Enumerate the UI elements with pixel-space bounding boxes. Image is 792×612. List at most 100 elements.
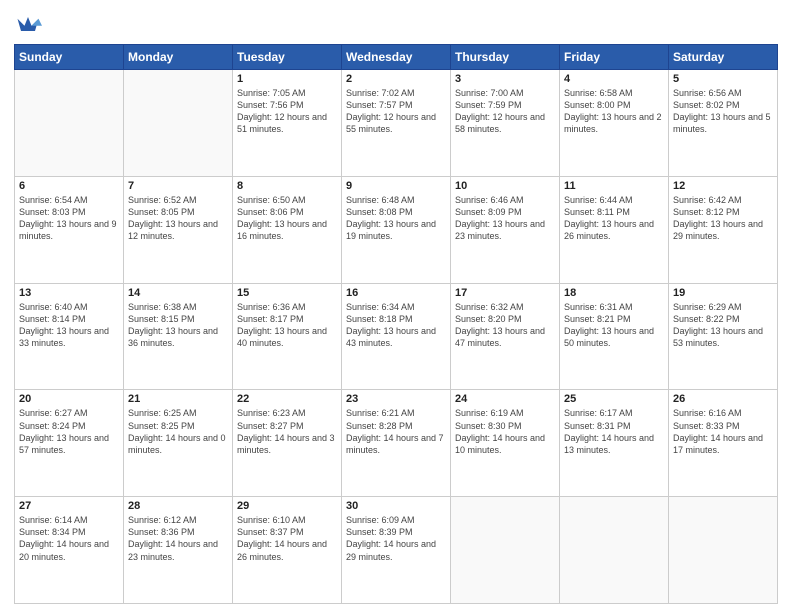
calendar-cell: 6Sunrise: 6:54 AM Sunset: 8:03 PM Daylig…: [15, 176, 124, 283]
calendar-cell: 26Sunrise: 6:16 AM Sunset: 8:33 PM Dayli…: [669, 390, 778, 497]
calendar-header: SundayMondayTuesdayWednesdayThursdayFrid…: [15, 45, 778, 70]
day-number: 23: [346, 393, 446, 405]
calendar-cell: 30 Sunrise: 6:09 AM Sunset: 8:39 PM Dayli…: [342, 497, 451, 604]
day-info: Sunrise: 6:19 AM Sunset: 8:30 PM Dayligh…: [455, 407, 555, 456]
day-info: Sunrise: 6:58 AM Sunset: 8:00 PM Dayligh…: [564, 87, 664, 136]
calendar-cell: 5 Sunrise: 6:56 AM Sunset: 8:02 PM Daylig…: [669, 70, 778, 177]
day-number: 21: [128, 393, 228, 405]
calendar-body: 1 Sunrise: 7:05 AM Sunset: 7:56 PM Daylig…: [15, 70, 778, 604]
day-number: 11: [564, 180, 664, 192]
calendar-cell: 18 Sunrise: 6:31 AM Sunset: 8:21 PM Dayli…: [560, 283, 669, 390]
calendar-cell: 1 Sunrise: 7:05 AM Sunset: 7:56 PM Daylig…: [233, 70, 342, 177]
day-number: 29: [237, 500, 337, 512]
calendar-cell: 22 Sunrise: 6:23 AM Sunset: 8:27 PM Dayli…: [233, 390, 342, 497]
day-number: 20: [19, 393, 119, 405]
day-info: Sunrise: 6:31 AM Sunset: 8:21 PM Dayligh…: [564, 301, 664, 350]
week-row-5: 27 Sunrise: 6:14 AM Sunset: 8:34 PM Dayli…: [15, 497, 778, 604]
day-info: Sunrise: 6:52 AM Sunset: 8:05 PM Dayligh…: [128, 194, 228, 243]
calendar-cell: 8 Sunrise: 6:50 AM Sunset: 8:06 PM Daylig…: [233, 176, 342, 283]
header-day-monday: Monday: [124, 45, 233, 70]
day-info: Sunrise: 6:29 AM Sunset: 8:22 PM Dayligh…: [673, 301, 773, 350]
day-info: Sunrise: 6:23 AM Sunset: 8:27 PM Dayligh…: [237, 407, 337, 456]
day-number: 13: [19, 287, 119, 299]
day-info: Sunrise: 6:34 AM Sunset: 8:18 PM Dayligh…: [346, 301, 446, 350]
calendar-cell: 27 Sunrise: 6:14 AM Sunset: 8:34 PM Dayli…: [15, 497, 124, 604]
calendar-cell: 10 Sunrise: 6:46 AM Sunset: 8:09 PM Dayli…: [451, 176, 560, 283]
day-number: 12: [673, 180, 773, 192]
day-info: Sunrise: 6:38 AM Sunset: 8:15 PM Dayligh…: [128, 301, 228, 350]
day-info: Sunrise: 6:46 AM Sunset: 8:09 PM Dayligh…: [455, 194, 555, 243]
day-info: Sunrise: 6:09 AM Sunset: 8:39 PM Dayligh…: [346, 514, 446, 563]
calendar-cell: 24 Sunrise: 6:19 AM Sunset: 8:30 PM Dayli…: [451, 390, 560, 497]
day-info: Sunrise: 6:27 AM Sunset: 8:24 PM Dayligh…: [19, 407, 119, 456]
day-info: Sunrise: 6:25 AM Sunset: 8:25 PM Dayligh…: [128, 407, 228, 456]
day-number: 14: [128, 287, 228, 299]
day-number: 7: [128, 180, 228, 192]
header: [14, 10, 778, 38]
calendar-cell: 12Sunrise: 6:42 AM Sunset: 8:12 PM Dayli…: [669, 176, 778, 283]
day-info: Sunrise: 6:48 AM Sunset: 8:08 PM Dayligh…: [346, 194, 446, 243]
day-number: 10: [455, 180, 555, 192]
header-day-friday: Friday: [560, 45, 669, 70]
calendar-cell: 23Sunrise: 6:21 AM Sunset: 8:28 PM Dayli…: [342, 390, 451, 497]
calendar-cell: 29 Sunrise: 6:10 AM Sunset: 8:37 PM Dayli…: [233, 497, 342, 604]
calendar-cell: 11 Sunrise: 6:44 AM Sunset: 8:11 PM Dayli…: [560, 176, 669, 283]
logo-icon: [14, 10, 42, 38]
calendar-cell: 21 Sunrise: 6:25 AM Sunset: 8:25 PM Dayli…: [124, 390, 233, 497]
calendar-cell: [15, 70, 124, 177]
page: SundayMondayTuesdayWednesdayThursdayFrid…: [0, 0, 792, 612]
calendar-cell: 7 Sunrise: 6:52 AM Sunset: 8:05 PM Daylig…: [124, 176, 233, 283]
day-info: Sunrise: 6:10 AM Sunset: 8:37 PM Dayligh…: [237, 514, 337, 563]
day-info: Sunrise: 6:50 AM Sunset: 8:06 PM Dayligh…: [237, 194, 337, 243]
header-day-thursday: Thursday: [451, 45, 560, 70]
day-number: 16: [346, 287, 446, 299]
header-day-wednesday: Wednesday: [342, 45, 451, 70]
day-number: 22: [237, 393, 337, 405]
day-number: 27: [19, 500, 119, 512]
day-number: 5: [673, 73, 773, 85]
calendar-cell: [124, 70, 233, 177]
calendar-cell: [560, 497, 669, 604]
header-day-saturday: Saturday: [669, 45, 778, 70]
day-number: 19: [673, 287, 773, 299]
week-row-4: 20 Sunrise: 6:27 AM Sunset: 8:24 PM Dayli…: [15, 390, 778, 497]
day-number: 8: [237, 180, 337, 192]
day-info: Sunrise: 7:05 AM Sunset: 7:56 PM Dayligh…: [237, 87, 337, 136]
day-number: 1: [237, 73, 337, 85]
day-number: 18: [564, 287, 664, 299]
calendar-cell: 14 Sunrise: 6:38 AM Sunset: 8:15 PM Dayli…: [124, 283, 233, 390]
day-number: 9: [346, 180, 446, 192]
calendar-cell: 2 Sunrise: 7:02 AM Sunset: 7:57 PM Daylig…: [342, 70, 451, 177]
calendar-cell: 28Sunrise: 6:12 AM Sunset: 8:36 PM Dayli…: [124, 497, 233, 604]
calendar-cell: 4 Sunrise: 6:58 AM Sunset: 8:00 PM Daylig…: [560, 70, 669, 177]
day-info: Sunrise: 6:14 AM Sunset: 8:34 PM Dayligh…: [19, 514, 119, 563]
week-row-3: 13 Sunrise: 6:40 AM Sunset: 8:14 PM Dayli…: [15, 283, 778, 390]
calendar-cell: 20 Sunrise: 6:27 AM Sunset: 8:24 PM Dayli…: [15, 390, 124, 497]
calendar-cell: 13 Sunrise: 6:40 AM Sunset: 8:14 PM Dayli…: [15, 283, 124, 390]
day-number: 4: [564, 73, 664, 85]
day-number: 6: [19, 180, 119, 192]
calendar-cell: [669, 497, 778, 604]
day-number: 3: [455, 73, 555, 85]
day-number: 28: [128, 500, 228, 512]
day-info: Sunrise: 6:32 AM Sunset: 8:20 PM Dayligh…: [455, 301, 555, 350]
calendar-table: SundayMondayTuesdayWednesdayThursdayFrid…: [14, 44, 778, 604]
calendar-cell: 25Sunrise: 6:17 AM Sunset: 8:31 PM Dayli…: [560, 390, 669, 497]
day-number: 24: [455, 393, 555, 405]
calendar-cell: 3Sunrise: 7:00 AM Sunset: 7:59 PM Daylig…: [451, 70, 560, 177]
day-number: 30: [346, 500, 446, 512]
calendar-cell: 9 Sunrise: 6:48 AM Sunset: 8:08 PM Daylig…: [342, 176, 451, 283]
day-number: 2: [346, 73, 446, 85]
day-info: Sunrise: 6:17 AM Sunset: 8:31 PM Dayligh…: [564, 407, 664, 456]
calendar-cell: 17Sunrise: 6:32 AM Sunset: 8:20 PM Dayli…: [451, 283, 560, 390]
header-row: SundayMondayTuesdayWednesdayThursdayFrid…: [15, 45, 778, 70]
day-info: Sunrise: 6:16 AM Sunset: 8:33 PM Dayligh…: [673, 407, 773, 456]
calendar-cell: 15Sunrise: 6:36 AM Sunset: 8:17 PM Dayli…: [233, 283, 342, 390]
header-day-tuesday: Tuesday: [233, 45, 342, 70]
day-info: Sunrise: 6:44 AM Sunset: 8:11 PM Dayligh…: [564, 194, 664, 243]
day-info: Sunrise: 7:02 AM Sunset: 7:57 PM Dayligh…: [346, 87, 446, 136]
header-day-sunday: Sunday: [15, 45, 124, 70]
day-info: Sunrise: 6:56 AM Sunset: 8:02 PM Dayligh…: [673, 87, 773, 136]
day-info: Sunrise: 6:40 AM Sunset: 8:14 PM Dayligh…: [19, 301, 119, 350]
calendar-cell: 16 Sunrise: 6:34 AM Sunset: 8:18 PM Dayli…: [342, 283, 451, 390]
